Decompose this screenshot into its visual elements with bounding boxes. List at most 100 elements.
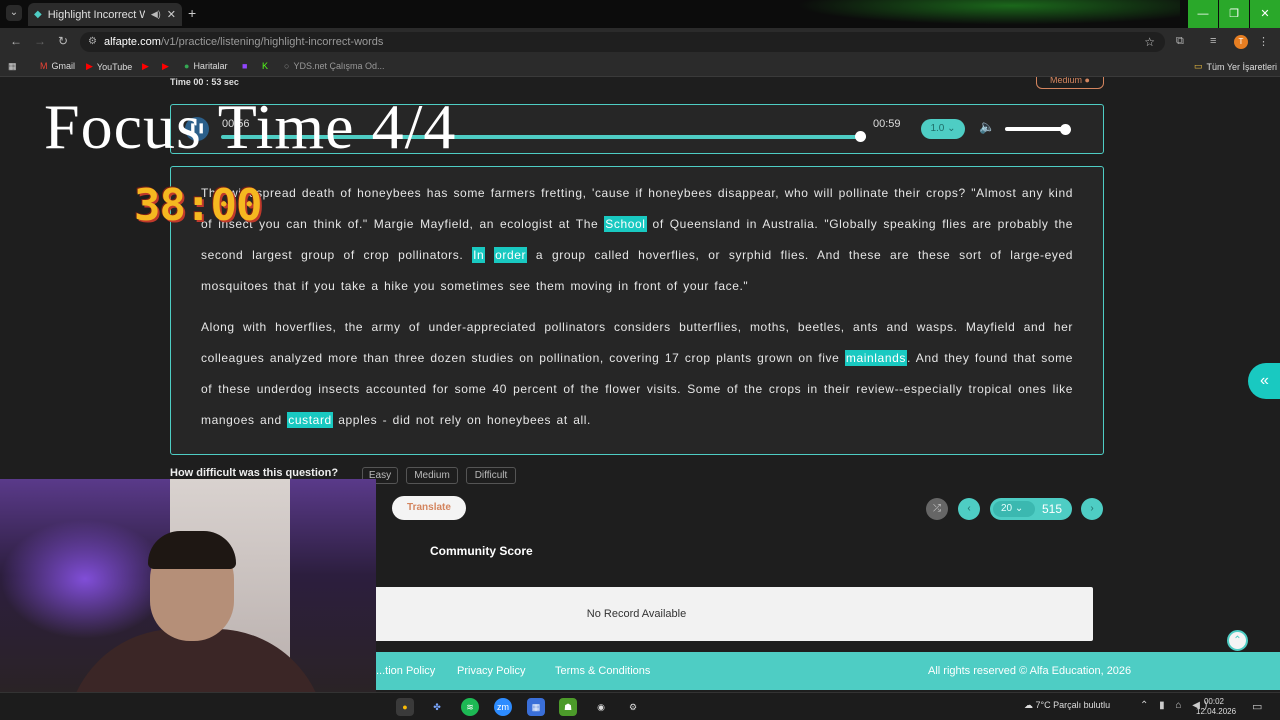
bookmark-maps[interactable]: ● Haritalar	[184, 61, 227, 71]
browser-menu-icon[interactable]: ⋮	[1258, 35, 1269, 48]
shuffle-icon[interactable]: ⤮	[926, 498, 948, 520]
kick-icon: K	[262, 61, 269, 71]
bookmark-gmail[interactable]: M Gmail	[40, 61, 75, 71]
address-bar-row: ← → ↻ ⚙ alfapte.com/v1/practice/listenin…	[0, 28, 1280, 56]
all-bookmarks[interactable]: ▭ Tüm Yer İşaretleri	[1194, 61, 1277, 72]
highlighted-word[interactable]: mainlands	[844, 350, 907, 366]
progress-handle[interactable]	[854, 131, 866, 142]
yds-icon: ○	[284, 61, 290, 71]
passage-text[interactable]: apples - did not rely on honeybees at al…	[333, 413, 591, 427]
bookmark-youtube-2[interactable]: ▶	[142, 61, 153, 72]
bookmarks-bar: ▦ M Gmail ▶ YouTube ▶ ▶ ● Haritalar ■ K ○ YD…	[0, 56, 1280, 77]
volume-handle[interactable]	[1060, 124, 1071, 135]
end-time: 00:59	[873, 118, 901, 130]
difficulty-medium-button[interactable]: Medium	[406, 467, 458, 484]
terms-link[interactable]: Terms & Conditions	[555, 665, 650, 677]
cancellation-policy-link[interactable]: ...tion Policy	[376, 665, 435, 677]
highlighted-word[interactable]: order	[494, 247, 528, 263]
volume-track[interactable]	[1005, 127, 1065, 131]
youtube-icon: ▶	[86, 61, 93, 71]
clock-date: 12.04.2026	[1196, 707, 1237, 716]
bookmark-youtube[interactable]: ▶ YouTube	[86, 61, 132, 72]
copyright-text: All rights reserved © Alfa Education, 20…	[928, 665, 1132, 677]
tab-close-icon[interactable]: ✕	[167, 8, 176, 21]
extensions-icon[interactable]: ⧉	[1176, 35, 1184, 48]
window-controls: — ❐ ✕	[1188, 0, 1280, 28]
minimize-icon[interactable]: —	[1188, 0, 1218, 28]
youtube-icon: ▶	[142, 61, 149, 71]
speed-select[interactable]: 1.0 ⌄	[921, 119, 965, 139]
back-icon[interactable]: ←	[10, 34, 22, 48]
spotify-icon[interactable]: ≋	[461, 698, 479, 716]
focus-time-overlay: Focus Time 4/4	[44, 91, 457, 162]
audio-playing-icon[interactable]: ◀)	[151, 9, 161, 20]
passage-box: The widespread death of honeybees has so…	[170, 166, 1104, 455]
alfa-favicon-icon: ◆	[34, 9, 42, 20]
passage-text[interactable]	[485, 248, 494, 262]
browser-tab-strip: ⌄ ◆ Highlight Incorrect Words ◀) ✕ + — ❐…	[0, 0, 1280, 28]
passage-paragraph-2: Along with hoverflies, the army of under…	[201, 312, 1073, 436]
cloud-icon: ☁	[1024, 700, 1033, 710]
highlighted-word[interactable]: custard	[287, 412, 333, 428]
notifications-icon[interactable]: ▭	[1252, 700, 1262, 713]
bookmark-star-icon[interactable]: ☆	[1144, 32, 1155, 52]
colorful-app-icon[interactable]: ✤	[428, 698, 446, 716]
apps-grid-icon[interactable]: ▦	[8, 61, 17, 72]
url-path: /v1/practice/listening/highlight-incorre…	[160, 36, 384, 48]
chevron-down-icon: ⌄	[1014, 503, 1024, 514]
tab-title: Highlight Incorrect Words	[47, 8, 145, 21]
restore-icon[interactable]: ❐	[1219, 0, 1249, 28]
bookmark-yds[interactable]: ○ YDS.net Çalışma Od...	[284, 61, 384, 71]
next-question-button[interactable]: ›	[1081, 498, 1103, 520]
chevron-down-icon: ⌄	[947, 123, 956, 134]
time-label: Time 00 : 53 sec	[170, 77, 239, 87]
person-hair	[148, 531, 236, 569]
webcam-feed	[0, 479, 376, 720]
calculator-icon[interactable]: ▦	[527, 698, 545, 716]
zoom-icon[interactable]: zm	[494, 698, 512, 716]
browser-tab-active[interactable]: ◆ Highlight Incorrect Words ◀) ✕	[28, 3, 182, 26]
scroll-to-top-button[interactable]: ⌃	[1227, 630, 1248, 651]
question-pager: 20 ⌄ 515	[990, 498, 1072, 520]
translate-button[interactable]: Translate	[392, 496, 466, 520]
bookmark-kick[interactable]: K	[262, 61, 272, 71]
forward-icon[interactable]: →	[34, 34, 46, 48]
gmail-icon: M	[40, 61, 48, 71]
question-number-select[interactable]: 20 ⌄	[993, 501, 1035, 517]
background-glow	[760, 0, 1180, 28]
bookmark-youtube-3[interactable]: ▶	[162, 61, 173, 72]
windows-taskbar: ● ✤ ≋ zm ▦ ☗ ◉ ⚙ ☁ 7°C Parçalı bulutlu ⌃…	[0, 692, 1280, 720]
site-info-icon[interactable]: ⚙	[88, 32, 97, 52]
privacy-policy-link[interactable]: Privacy Policy	[457, 665, 525, 677]
difficulty-badge: Medium ●	[1036, 77, 1104, 89]
highlighted-word[interactable]: In	[472, 247, 486, 263]
close-window-icon[interactable]: ✕	[1250, 0, 1280, 28]
clock[interactable]: 00:02 12.04.2026	[1196, 697, 1237, 717]
android-icon[interactable]: ☗	[559, 698, 577, 716]
obs-icon[interactable]: ◉	[592, 698, 610, 716]
youtube-icon: ▶	[162, 61, 169, 71]
volume-icon[interactable]: 🔈	[979, 119, 995, 135]
profile-avatar[interactable]: T	[1234, 35, 1248, 49]
difficulty-difficult-button[interactable]: Difficult	[466, 467, 516, 484]
previous-question-button[interactable]: ‹	[958, 498, 980, 520]
new-tab-button[interactable]: +	[188, 5, 196, 21]
url-host: alfapte.com	[104, 36, 161, 48]
difficulty-dot-icon: ●	[1084, 77, 1090, 85]
community-score-title: Community Score	[430, 544, 533, 558]
settings-icon[interactable]: ⚙	[624, 698, 642, 716]
question-total: 515	[1042, 502, 1063, 516]
url-field[interactable]: ⚙ alfapte.com/v1/practice/listening/high…	[80, 32, 1165, 52]
tab-search-icon[interactable]: ⌄	[6, 5, 22, 21]
highlighted-word[interactable]: School	[604, 216, 647, 232]
media-controls-icon[interactable]: ≡	[1210, 35, 1216, 47]
maps-pin-icon: ●	[184, 61, 190, 71]
pomodoro-timer: 38:00	[134, 180, 262, 231]
side-panel-toggle[interactable]: «	[1248, 363, 1280, 399]
twitch-icon: ■	[242, 61, 248, 71]
bookmark-twitch[interactable]: ■	[242, 61, 251, 71]
chrome-icon[interactable]: ●	[396, 698, 414, 716]
reload-icon[interactable]: ↻	[58, 34, 68, 48]
weather-widget[interactable]: ☁ 7°C Parçalı bulutlu	[1024, 700, 1110, 711]
purple-light	[0, 519, 170, 639]
